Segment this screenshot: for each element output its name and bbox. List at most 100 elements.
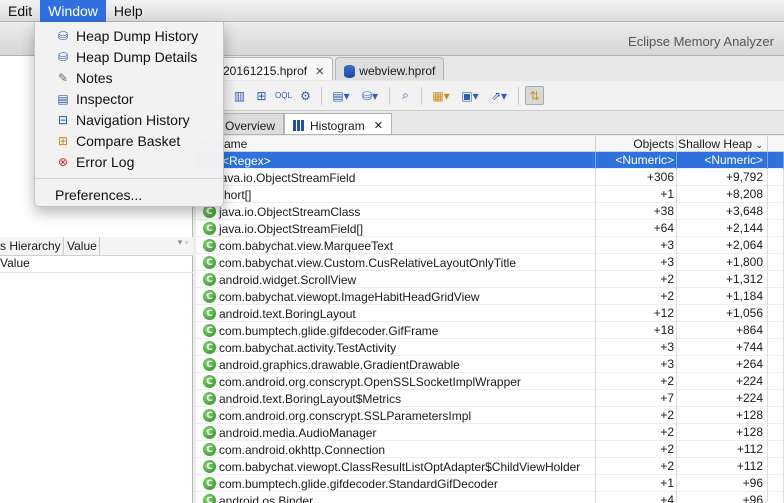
table-row[interactable]: Ccom.babychat.viewopt.ClassResultListOpt…: [196, 458, 784, 475]
menu-item-preferences[interactable]: Preferences...: [35, 184, 223, 205]
class-name-text: android.text.BoringLayout: [219, 306, 356, 321]
shallow-heap-cell: +2,064: [677, 237, 768, 254]
table-row[interactable]: Candroid.widget.ScrollView +2 +1,312: [196, 271, 784, 288]
menu-item-heap-dump-history[interactable]: ⛁ Heap Dump History: [35, 25, 223, 46]
objects-cell: +2: [596, 441, 677, 458]
class-name-cell: Ccom.bumptech.glide.gifdecoder.StandardG…: [196, 475, 596, 492]
shallow-heap-cell: +224: [677, 373, 768, 390]
row-filler: [768, 492, 784, 503]
column-value[interactable]: Value: [64, 237, 100, 256]
menu-item-label: Compare Basket: [76, 132, 181, 149]
class-icon: C: [203, 426, 216, 439]
oql-button[interactable]: OQL: [274, 86, 293, 105]
menu-edit[interactable]: Edit: [0, 0, 40, 22]
error-log-icon: ⊗: [57, 154, 69, 169]
objects-cell: +3: [596, 339, 677, 356]
view-menu-icon[interactable]: ▾ ▫: [178, 237, 188, 248]
menu-item-compare-basket[interactable]: ⊞ Compare Basket: [35, 130, 223, 151]
table-row[interactable]: Ccom.android.org.conscrypt.SSLParameters…: [196, 407, 784, 424]
objects-cell: +18: [596, 322, 677, 339]
menu-bar: Edit Window Help: [0, 0, 784, 22]
table-row[interactable]: Candroid.os.Binder +4 +96: [196, 492, 784, 503]
objects-cell: +3: [596, 356, 677, 373]
table-row[interactable]: java.io.ObjectStreamField +306 +9,792: [196, 169, 784, 186]
file-tab-webview[interactable]: webview.hprof: [335, 57, 445, 80]
table-row[interactable]: Ccom.android.okhttp.Connection +2 +112: [196, 441, 784, 458]
objects-cell: +12: [596, 305, 677, 322]
objects-cell: +2: [596, 407, 677, 424]
dominator-tree-button[interactable]: ⊞: [252, 86, 271, 105]
shallow-heap-cell: +1,312: [677, 271, 768, 288]
table-row[interactable]: Ccom.bumptech.glide.gifdecoder.GifFrame +…: [196, 322, 784, 339]
objects-filter[interactable]: <Numeric>: [596, 152, 677, 169]
class-icon: C: [203, 324, 216, 337]
row-filler: [768, 220, 784, 237]
regex-filter[interactable]: <Regex>: [196, 152, 596, 169]
table-row[interactable]: Candroid.text.BoringLayout +12 +1,056: [196, 305, 784, 322]
table-row[interactable]: Ccom.android.org.conscrypt.OpenSSLSocket…: [196, 373, 784, 390]
column-shallow-heap-label: Shallow Heap: [678, 137, 753, 151]
class-icon: C: [203, 460, 216, 473]
table-row[interactable]: Ccom.babychat.view.MarqueeText +3 +2,064: [196, 237, 784, 254]
table-row[interactable]: short[] +1 +8,208: [196, 186, 784, 203]
compare-button[interactable]: ⇅: [525, 86, 544, 105]
table-row[interactable]: Ccom.babychat.viewopt.ImageHabitHeadGrid…: [196, 288, 784, 305]
objects-cell: +3: [596, 237, 677, 254]
shallow-heap-cell: +96: [677, 475, 768, 492]
file-tabs: 20161215.hprof ✕ webview.hprof: [196, 56, 784, 80]
export-dropdown-button[interactable]: ⇗▾: [486, 86, 512, 105]
close-icon[interactable]: ✕: [315, 65, 324, 78]
objects-cell: +4: [596, 492, 677, 503]
class-name-cell: Ccom.babychat.view.Custom.CusRelativeLay…: [196, 254, 596, 271]
shallow-heap-cell: +1,056: [677, 305, 768, 322]
column-hierarchy[interactable]: s Hierarchy: [0, 237, 64, 256]
menu-item-heap-dump-details[interactable]: ⛁ Heap Dump Details: [35, 46, 223, 67]
group-by-dropdown-button[interactable]: ▦▾: [428, 86, 454, 105]
class-name-text: android.text.BoringLayout$Metrics: [219, 391, 402, 406]
database-icon: ⛁: [57, 49, 69, 64]
column-shallow-heap[interactable]: Shallow Heap ⌄: [677, 136, 768, 152]
table-row[interactable]: Ccom.bumptech.glide.gifdecoder.StandardG…: [196, 475, 784, 492]
class-icon: C: [203, 239, 216, 252]
menu-item-label: Navigation History: [76, 111, 190, 128]
column-objects[interactable]: Objects: [596, 136, 677, 152]
table-row[interactable]: Cjava.io.ObjectStreamField[] +64 +2,144: [196, 220, 784, 237]
class-icon: C: [203, 256, 216, 269]
row-filler: [768, 373, 784, 390]
menu-item-label: Inspector: [76, 90, 134, 107]
search-icon[interactable]: ⌕: [396, 86, 415, 105]
table-row[interactable]: Candroid.graphics.drawable.GradientDrawa…: [196, 356, 784, 373]
table-row[interactable]: Cjava.io.ObjectStreamClass +38 +3,648: [196, 203, 784, 220]
table-row[interactable]: Ccom.babychat.view.Custom.CusRelativeLay…: [196, 254, 784, 271]
class-name-text: com.babychat.view.Custom.CusRelativeLayo…: [219, 255, 517, 270]
query-browser-dropdown-button[interactable]: ⛁▾: [357, 86, 383, 105]
gear-icon[interactable]: ⚙: [296, 86, 315, 105]
table-row[interactable]: Candroid.text.BoringLayout$Metrics +7 +224: [196, 390, 784, 407]
reports-dropdown-button[interactable]: ▤▾: [328, 86, 354, 105]
calculator-dropdown-button[interactable]: ▣▾: [457, 86, 483, 105]
class-name-cell: Ccom.android.org.conscrypt.OpenSSLSocket…: [196, 373, 596, 390]
class-name-cell: Ccom.android.okhttp.Connection: [196, 441, 596, 458]
menu-help[interactable]: Help: [106, 0, 151, 22]
class-name-cell: Ccom.bumptech.glide.gifdecoder.GifFrame: [196, 322, 596, 339]
shallow-heap-cell: +128: [677, 424, 768, 441]
menu-item-notes[interactable]: ✎ Notes: [35, 67, 223, 88]
objects-cell: +38: [596, 203, 677, 220]
left-panel-row[interactable]: Value: [0, 256, 193, 273]
menu-item-inspector[interactable]: ▤ Inspector: [35, 88, 223, 109]
menu-item-error-log[interactable]: ⊗ Error Log: [35, 151, 223, 172]
shallow-heap-cell: +1,800: [677, 254, 768, 271]
tab-histogram[interactable]: Histogram ✕: [284, 113, 392, 134]
close-icon[interactable]: ✕: [374, 119, 383, 132]
table-row[interactable]: Ccom.babychat.activity.TestActivity +3 +74…: [196, 339, 784, 356]
histogram-button[interactable]: ▥: [230, 86, 249, 105]
shallow-heap-filter[interactable]: <Numeric>: [677, 152, 768, 169]
table-row[interactable]: Candroid.media.AudioManager +2 +128: [196, 424, 784, 441]
class-name-cell: Ccom.babychat.view.MarqueeText: [196, 237, 596, 254]
column-class-name[interactable]: ss Name: [196, 136, 596, 152]
table-header: ss Name Objects Shallow Heap ⌄: [196, 136, 784, 152]
menu-item-navigation-history[interactable]: ⊟ Navigation History: [35, 109, 223, 130]
filter-row[interactable]: <Regex> <Numeric> <Numeric>: [196, 152, 784, 169]
menu-window[interactable]: Window: [40, 0, 106, 22]
class-name-text: java.io.ObjectStreamField: [218, 170, 356, 185]
